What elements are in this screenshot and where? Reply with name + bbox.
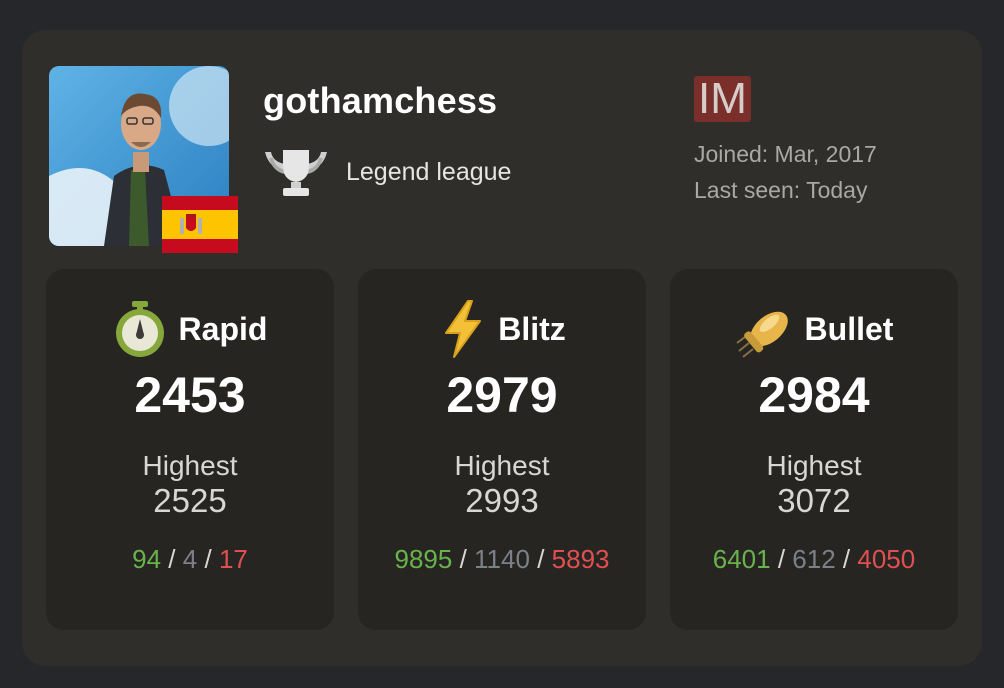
highest-label: Highest xyxy=(142,450,238,481)
rating: 2984 xyxy=(758,367,870,423)
spain-flag-icon xyxy=(162,196,238,253)
win-draw-loss: 6401 / 612 / 4050 xyxy=(670,544,958,575)
separator: / xyxy=(459,544,467,574)
wins: 9895 xyxy=(394,544,453,574)
stopwatch-icon xyxy=(115,301,164,357)
separator: / xyxy=(537,544,545,574)
bullet-icon xyxy=(735,311,788,358)
losses: 5893 xyxy=(551,544,610,574)
username[interactable]: gothamchess xyxy=(263,80,497,122)
stat-card-blitz[interactable]: Blitz 2979 Highest 2993 9895 / 1140 / 58… xyxy=(358,269,646,630)
league-label[interactable]: Legend league xyxy=(346,158,511,187)
wins: 94 xyxy=(132,544,162,574)
stat-name: Rapid xyxy=(178,310,268,347)
stat-name: Blitz xyxy=(498,310,566,347)
draws: 1140 xyxy=(474,544,530,574)
stat-card-rapid[interactable]: Rapid 2453 Highest 2525 94 / 4 / 17 xyxy=(46,269,334,630)
stat-header: Bullet xyxy=(670,297,958,361)
losses: 4050 xyxy=(857,544,916,574)
trophy-icon xyxy=(265,150,327,196)
highest-rating: 3072 xyxy=(777,482,851,519)
rating: 2453 xyxy=(134,367,246,423)
highest-rating: 2525 xyxy=(153,482,227,519)
win-draw-loss: 94 / 4 / 17 xyxy=(46,544,334,575)
title-badge: IM xyxy=(694,76,751,122)
stat-name: Bullet xyxy=(804,310,894,347)
separator: / xyxy=(168,544,176,574)
losses: 17 xyxy=(218,544,248,574)
stat-card-bullet[interactable]: Bullet 2984 Highest 3072 6401 / 612 / 40… xyxy=(670,269,958,630)
stat-header: Blitz xyxy=(358,297,646,361)
highest-label: Highest xyxy=(454,450,550,481)
last-seen: Last seen: Today xyxy=(694,177,868,203)
separator: / xyxy=(204,544,212,574)
separator: / xyxy=(777,544,786,574)
draws: 612 xyxy=(792,544,836,574)
win-draw-loss: 9895 / 1140 / 5893 xyxy=(358,544,646,575)
lightning-icon xyxy=(445,300,482,358)
profile-card: gothamchess Legend league IM Joined: Mar… xyxy=(22,30,982,666)
highest-label: Highest xyxy=(766,450,862,481)
rating: 2979 xyxy=(446,367,558,423)
joined-date: Joined: Mar, 2017 xyxy=(694,141,877,167)
stat-header: Rapid xyxy=(46,297,334,361)
highest-rating: 2993 xyxy=(465,482,539,519)
draws: 4 xyxy=(182,544,198,574)
separator: / xyxy=(842,544,851,574)
wins: 6401 xyxy=(712,544,771,574)
